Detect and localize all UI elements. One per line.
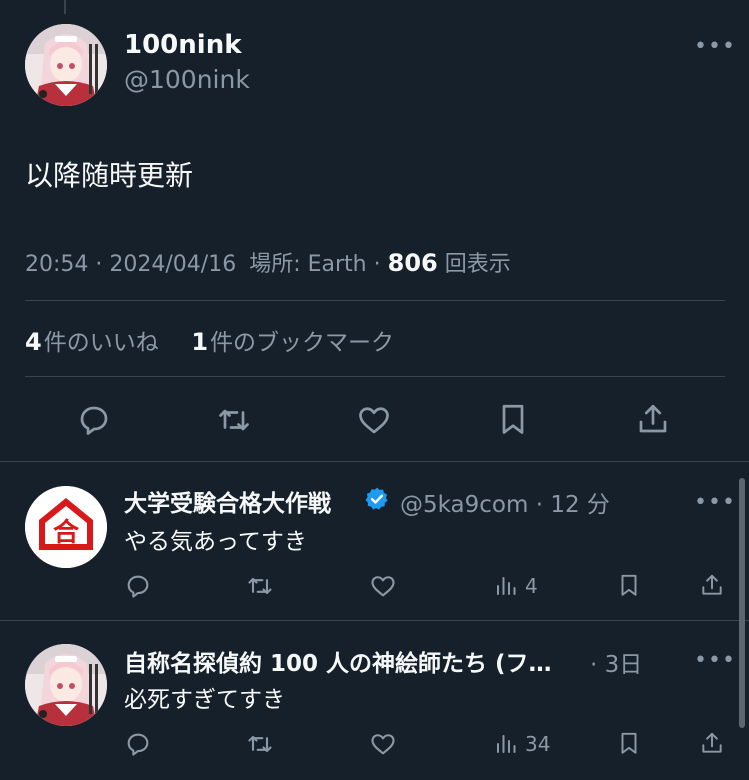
heart-icon[interactable] bbox=[355, 402, 393, 438]
reply-text: 必死すぎてすき bbox=[124, 687, 285, 713]
share-icon[interactable] bbox=[699, 571, 725, 599]
retweet-icon[interactable] bbox=[246, 572, 274, 600]
avatar-char: 合 bbox=[53, 517, 80, 548]
divider bbox=[25, 300, 725, 301]
tweet-text: 以降随時更新 bbox=[25, 159, 194, 192]
likes-stat[interactable]: 4件のいいね bbox=[25, 328, 159, 356]
share-icon[interactable] bbox=[699, 729, 725, 757]
location: 場所: Earth bbox=[249, 252, 367, 277]
tweet-date[interactable]: 2024/04/16 bbox=[109, 252, 236, 277]
avatar[interactable]: 合 bbox=[25, 486, 107, 568]
likes-count: 4 bbox=[25, 328, 42, 356]
more-dots-icon[interactable]: ••• bbox=[694, 492, 736, 514]
avatar[interactable] bbox=[25, 24, 107, 106]
heart-icon[interactable] bbox=[369, 572, 397, 600]
reply-meta: @5ka9com · 12 分 bbox=[400, 485, 610, 519]
reply-time[interactable]: 3日 bbox=[605, 652, 643, 678]
verified-badge-icon bbox=[364, 486, 390, 512]
share-icon[interactable] bbox=[635, 400, 671, 438]
author-handle[interactable]: @100nink bbox=[124, 65, 250, 94]
bookmark-icon[interactable] bbox=[495, 400, 531, 438]
views-chart-icon[interactable] bbox=[494, 573, 518, 599]
tweet-time[interactable]: 20:54 bbox=[25, 252, 88, 277]
tweet-meta: 20:54 · 2024/04/16 場所: Earth · 806 回表示 bbox=[25, 246, 511, 278]
reply-icon[interactable] bbox=[124, 730, 152, 758]
scrollbar[interactable] bbox=[739, 478, 745, 728]
meta-separator: · bbox=[373, 252, 388, 277]
view-count: 34 bbox=[525, 732, 551, 756]
likes-label: 件のいいね bbox=[43, 330, 159, 356]
main-tweet: 100nink @100nink ••• 以降随時更新 20:54 · 2024… bbox=[0, 0, 749, 462]
view-count: 4 bbox=[525, 574, 538, 598]
retweet-icon[interactable] bbox=[215, 402, 253, 438]
reply-author-name[interactable]: 大学受験合格大作戦 bbox=[124, 484, 331, 518]
retweet-icon[interactable] bbox=[246, 730, 274, 758]
bookmarks-count: 1 bbox=[191, 328, 209, 356]
view-label: 回表示 bbox=[444, 252, 511, 277]
divider bbox=[0, 461, 749, 462]
bookmark-icon[interactable] bbox=[616, 571, 642, 599]
reply-time[interactable]: 12 分 bbox=[550, 492, 610, 518]
reply-text: やる気あってすき bbox=[124, 529, 307, 555]
more-dots-icon[interactable]: ••• bbox=[694, 650, 736, 672]
view-count: 806 bbox=[387, 249, 438, 277]
avatar[interactable] bbox=[25, 644, 107, 726]
reply-meta: · 3日 bbox=[590, 645, 642, 679]
divider bbox=[25, 376, 725, 377]
meta-separator: · bbox=[590, 652, 605, 678]
meta-separator: · bbox=[528, 492, 551, 518]
engagement-stats: 4件のいいね 1件のブックマーク bbox=[25, 323, 394, 357]
reply-icon[interactable] bbox=[76, 402, 112, 438]
bookmark-icon[interactable] bbox=[616, 729, 642, 757]
divider bbox=[0, 620, 749, 621]
reply-icon[interactable] bbox=[124, 572, 152, 600]
bookmarks-stat[interactable]: 1件のブックマーク bbox=[191, 328, 395, 356]
heart-icon[interactable] bbox=[369, 730, 397, 758]
meta-separator: · bbox=[95, 252, 110, 277]
views-chart-icon[interactable] bbox=[494, 731, 518, 757]
reply-author-name[interactable]: 自称名探偵約 100 人の神絵師たち (フ… bbox=[124, 644, 552, 678]
reply-author-handle[interactable]: @5ka9com bbox=[400, 492, 528, 518]
author-name[interactable]: 100nink bbox=[124, 30, 242, 60]
more-dots-icon[interactable]: ••• bbox=[694, 36, 736, 58]
bookmarks-label: 件のブックマーク bbox=[210, 330, 395, 356]
